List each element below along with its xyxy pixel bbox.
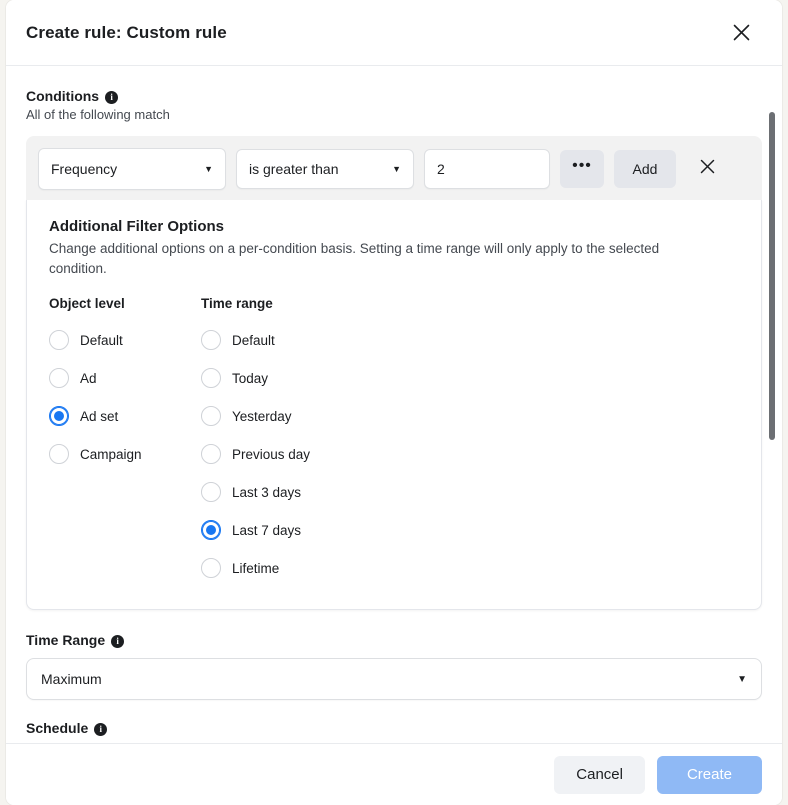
radio-label: Today bbox=[232, 370, 269, 386]
time-range-field-heading: Time Range i bbox=[26, 632, 762, 648]
time-range-header: Time range bbox=[201, 296, 273, 312]
condition-value-input[interactable] bbox=[424, 149, 550, 189]
condition-field-value: Frequency bbox=[51, 161, 118, 177]
radio-label: Last 3 days bbox=[232, 484, 302, 500]
dialog-header: Create rule: Custom rule bbox=[6, 0, 782, 66]
radio-icon bbox=[201, 368, 221, 389]
radio-label: Lifetime bbox=[232, 560, 280, 576]
radio-label: Ad set bbox=[80, 408, 119, 424]
radio-label: Default bbox=[232, 332, 275, 348]
info-icon[interactable]: i bbox=[94, 722, 108, 736]
cancel-button[interactable]: Cancel bbox=[554, 755, 645, 794]
filter-panel-title: Additional Filter Options bbox=[49, 218, 224, 235]
radio-option-time-last-7-days[interactable]: Last 7 days bbox=[201, 511, 501, 549]
radio-option-time-previous-day[interactable]: Previous day bbox=[201, 435, 501, 473]
close-dialog-button[interactable] bbox=[724, 16, 758, 50]
conditions-heading: Conditions i bbox=[26, 88, 762, 104]
condition-operator-select[interactable]: is greater than ▼ bbox=[236, 149, 414, 189]
scrollbar-thumb[interactable] bbox=[769, 112, 775, 440]
radio-option-time-last-3-days[interactable]: Last 3 days bbox=[201, 473, 501, 511]
condition-row: Frequency ▼ is greater than ▼ ••• Add bbox=[26, 136, 762, 200]
info-icon[interactable]: i bbox=[111, 634, 125, 648]
time-range-dropdown-value: Maximum bbox=[41, 671, 102, 688]
radio-icon bbox=[49, 444, 69, 465]
close-icon bbox=[733, 24, 750, 41]
time-range-field-label: Time Range bbox=[26, 632, 106, 649]
radio-option-object-ad[interactable]: Ad bbox=[49, 359, 201, 397]
radio-icon-selected bbox=[49, 406, 69, 427]
object-level-header: Object level bbox=[49, 296, 125, 312]
close-icon bbox=[700, 159, 715, 179]
radio-label: Yesterday bbox=[232, 408, 292, 424]
radio-icon bbox=[201, 330, 221, 351]
radio-option-time-today[interactable]: Today bbox=[201, 359, 501, 397]
filter-radio-columns: Object level Default Ad Ad set Campaign … bbox=[49, 296, 739, 587]
page-title: Create rule: Custom rule bbox=[26, 22, 227, 42]
chevron-down-icon: ▼ bbox=[392, 164, 401, 174]
radio-label: Last 7 days bbox=[232, 522, 302, 538]
time-range-field-block: Time Range i Maximum ▼ bbox=[26, 632, 762, 701]
object-level-column: Object level Default Ad Ad set Campaign bbox=[49, 296, 201, 587]
info-icon[interactable]: i bbox=[105, 90, 119, 104]
remove-condition-button[interactable] bbox=[690, 152, 724, 186]
radio-option-object-default[interactable]: Default bbox=[49, 321, 201, 359]
filter-panel-description: Change additional options on a per-condi… bbox=[49, 241, 660, 276]
condition-field-select[interactable]: Frequency ▼ bbox=[38, 148, 226, 190]
time-range-dropdown[interactable]: Maximum ▼ bbox=[26, 658, 762, 701]
radio-label: Default bbox=[80, 332, 123, 348]
time-range-column: Time range Default Today Yesterday Previ… bbox=[201, 296, 501, 587]
more-options-button[interactable]: ••• bbox=[560, 150, 604, 188]
radio-icon bbox=[201, 444, 221, 465]
radio-icon bbox=[201, 558, 221, 579]
conditions-subtitle: All of the following match bbox=[26, 107, 170, 122]
radio-label: Campaign bbox=[80, 446, 142, 462]
radio-option-object-campaign[interactable]: Campaign bbox=[49, 435, 201, 473]
schedule-label: Schedule bbox=[26, 720, 89, 737]
create-rule-dialog: Create rule: Custom rule Conditions i Al… bbox=[6, 0, 782, 805]
radio-label: Ad bbox=[80, 370, 97, 386]
radio-option-time-yesterday[interactable]: Yesterday bbox=[201, 397, 501, 435]
radio-option-time-default[interactable]: Default bbox=[201, 321, 501, 359]
radio-option-object-ad-set[interactable]: Ad set bbox=[49, 397, 201, 435]
schedule-field-block: Schedule i Continuously bbox=[26, 720, 762, 743]
schedule-heading: Schedule i bbox=[26, 720, 762, 736]
radio-icon bbox=[49, 368, 69, 389]
create-button[interactable]: Create bbox=[656, 755, 762, 794]
conditions-heading-label: Conditions bbox=[26, 88, 100, 104]
chevron-down-icon: ▼ bbox=[204, 164, 213, 174]
chevron-down-icon: ▼ bbox=[737, 673, 747, 685]
dialog-footer: Cancel Create bbox=[6, 743, 782, 805]
scrollbar-track[interactable] bbox=[768, 66, 776, 743]
additional-filter-options-panel: Additional Filter Options Change additio… bbox=[26, 200, 762, 611]
condition-operator-value: is greater than bbox=[249, 161, 339, 177]
radio-icon bbox=[49, 330, 69, 351]
add-condition-button[interactable]: Add bbox=[614, 150, 676, 188]
radio-icon bbox=[201, 482, 221, 503]
radio-label: Previous day bbox=[232, 446, 311, 462]
dialog-body: Conditions i All of the following match … bbox=[6, 66, 782, 743]
radio-icon-selected bbox=[201, 520, 221, 541]
radio-icon bbox=[201, 406, 221, 427]
radio-option-time-lifetime[interactable]: Lifetime bbox=[201, 549, 501, 587]
